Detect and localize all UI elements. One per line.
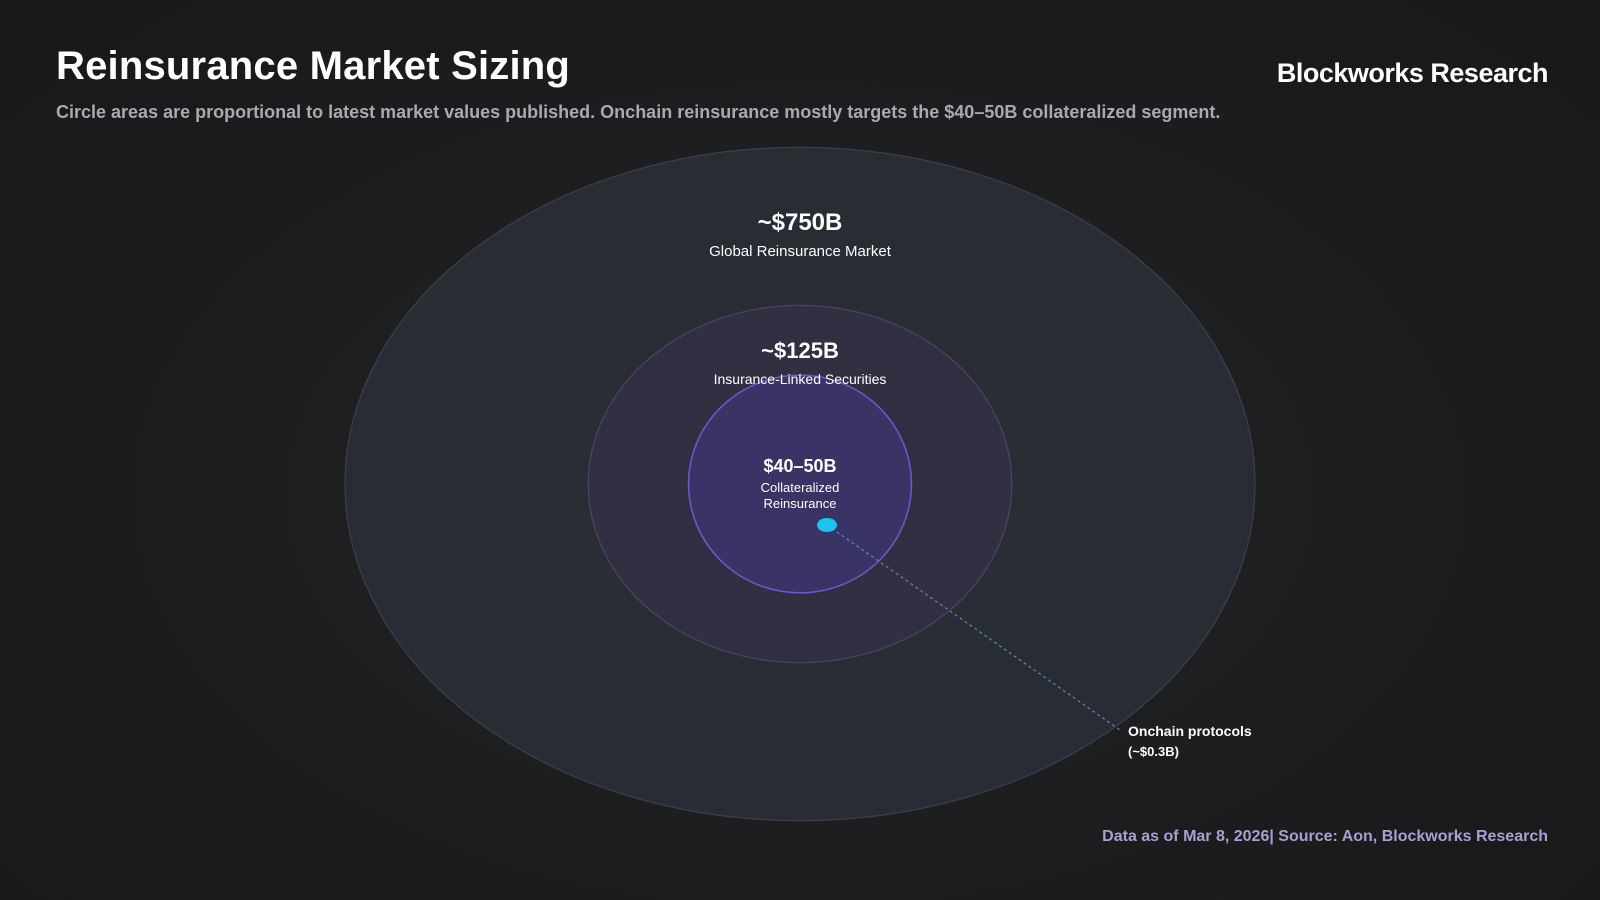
ils-name-label: Insurance-Linked Securities	[714, 371, 887, 387]
source-footnote: Data as of Mar 8, 2026| Source: Aon, Blo…	[1102, 828, 1548, 845]
collateralized-name-line-1: Collateralized	[761, 480, 840, 495]
market-sizing-chart: ~$750B Global Reinsurance Market ~$125B …	[344, 146, 1256, 822]
global-name-label: Global Reinsurance Market	[709, 243, 892, 260]
onchain-value-label: (~$0.3B)	[1128, 744, 1179, 759]
ils-value-label: ~$125B	[761, 338, 839, 363]
collateralized-name-line-2: Reinsurance	[764, 496, 837, 511]
collateralized-value-label: $40–50B	[763, 456, 836, 476]
global-value-label: ~$750B	[758, 209, 843, 236]
onchain-protocols-dot	[817, 518, 837, 532]
onchain-name-label: Onchain protocols	[1128, 723, 1252, 739]
